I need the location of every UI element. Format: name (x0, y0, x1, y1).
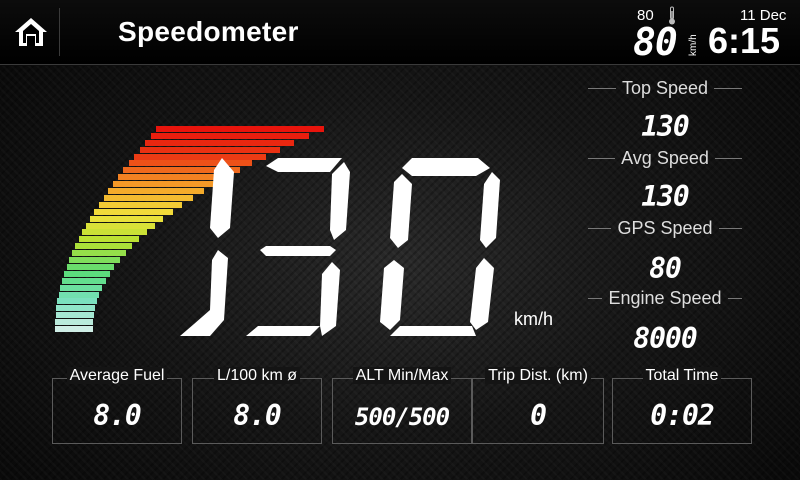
trip-distance-label: Trip Dist. (km) (485, 367, 591, 384)
gauge-bar (75, 243, 132, 250)
top-bar: Speedometer 80 11 Dec 80 km/h 6:15 (0, 0, 800, 65)
header-speed-unit: km/h (688, 34, 699, 56)
header-divider (59, 8, 60, 56)
gauge-bar (55, 319, 94, 326)
page-title: Speedometer (118, 16, 299, 47)
gauge-bar (150, 132, 310, 139)
fuel-consumption-box[interactable]: L/100 km ø 8.0 (192, 367, 322, 444)
clock: 6:15 (708, 20, 781, 61)
gauge-bar (156, 125, 325, 132)
fuel-consumption-value: 8.0 (233, 399, 282, 432)
gauge-bar (82, 229, 147, 236)
gauge-bar (69, 257, 120, 263)
altitude-label: ALT Min/Max (352, 367, 452, 384)
total-time-label: Total Time (642, 367, 722, 384)
gauge-bar (94, 208, 173, 215)
gauge-bar (57, 298, 97, 305)
average-fuel-box[interactable]: Average Fuel 8.0 (52, 367, 182, 444)
gauge-bar (145, 139, 295, 146)
gauge-bar (58, 291, 100, 298)
big-speed-display (180, 158, 500, 336)
gauge-bar (72, 250, 126, 257)
average-fuel-label: Average Fuel (66, 367, 168, 384)
trip-distance-box[interactable]: Trip Dist. (km) 0 (472, 367, 604, 444)
gauge-bar (55, 312, 94, 319)
gauge-bar (56, 305, 96, 312)
gps-speed-label: GPS Speed (582, 218, 748, 238)
gps-speed-value: 80 (649, 252, 682, 285)
speed-unit: km/h (514, 309, 554, 329)
engine-speed-label: Engine Speed (582, 288, 748, 308)
gauge-bar (62, 277, 106, 284)
top-speed-label: Top Speed (582, 78, 748, 98)
total-time-box[interactable]: Total Time 0:02 (612, 367, 752, 444)
gauge-bar (64, 270, 110, 277)
top-speed-value: 130 (641, 110, 690, 143)
home-icon (15, 18, 47, 46)
altitude-box[interactable]: ALT Min/Max 500/500 (332, 367, 472, 444)
home-button[interactable] (6, 8, 56, 56)
header-speed: 80 (633, 20, 678, 64)
altitude-value: 500/500 (354, 403, 450, 431)
gauge-bar (98, 201, 183, 208)
trip-distance-value: 0 (530, 399, 547, 432)
gauge-bar (55, 326, 93, 332)
average-fuel-value: 8.0 (93, 399, 142, 432)
avg-speed-value: 130 (641, 180, 690, 213)
engine-speed-value: 8000 (633, 322, 697, 355)
gauge-bar (78, 236, 139, 243)
gauge-bar (90, 215, 164, 222)
total-time-value: 0:02 (650, 399, 714, 432)
avg-speed-label: Avg Speed (582, 148, 748, 168)
gauge-bar (66, 263, 115, 270)
gauge-bar (86, 222, 155, 229)
gauge-bar (60, 284, 103, 291)
fuel-consumption-label: L/100 km ø (213, 367, 301, 384)
